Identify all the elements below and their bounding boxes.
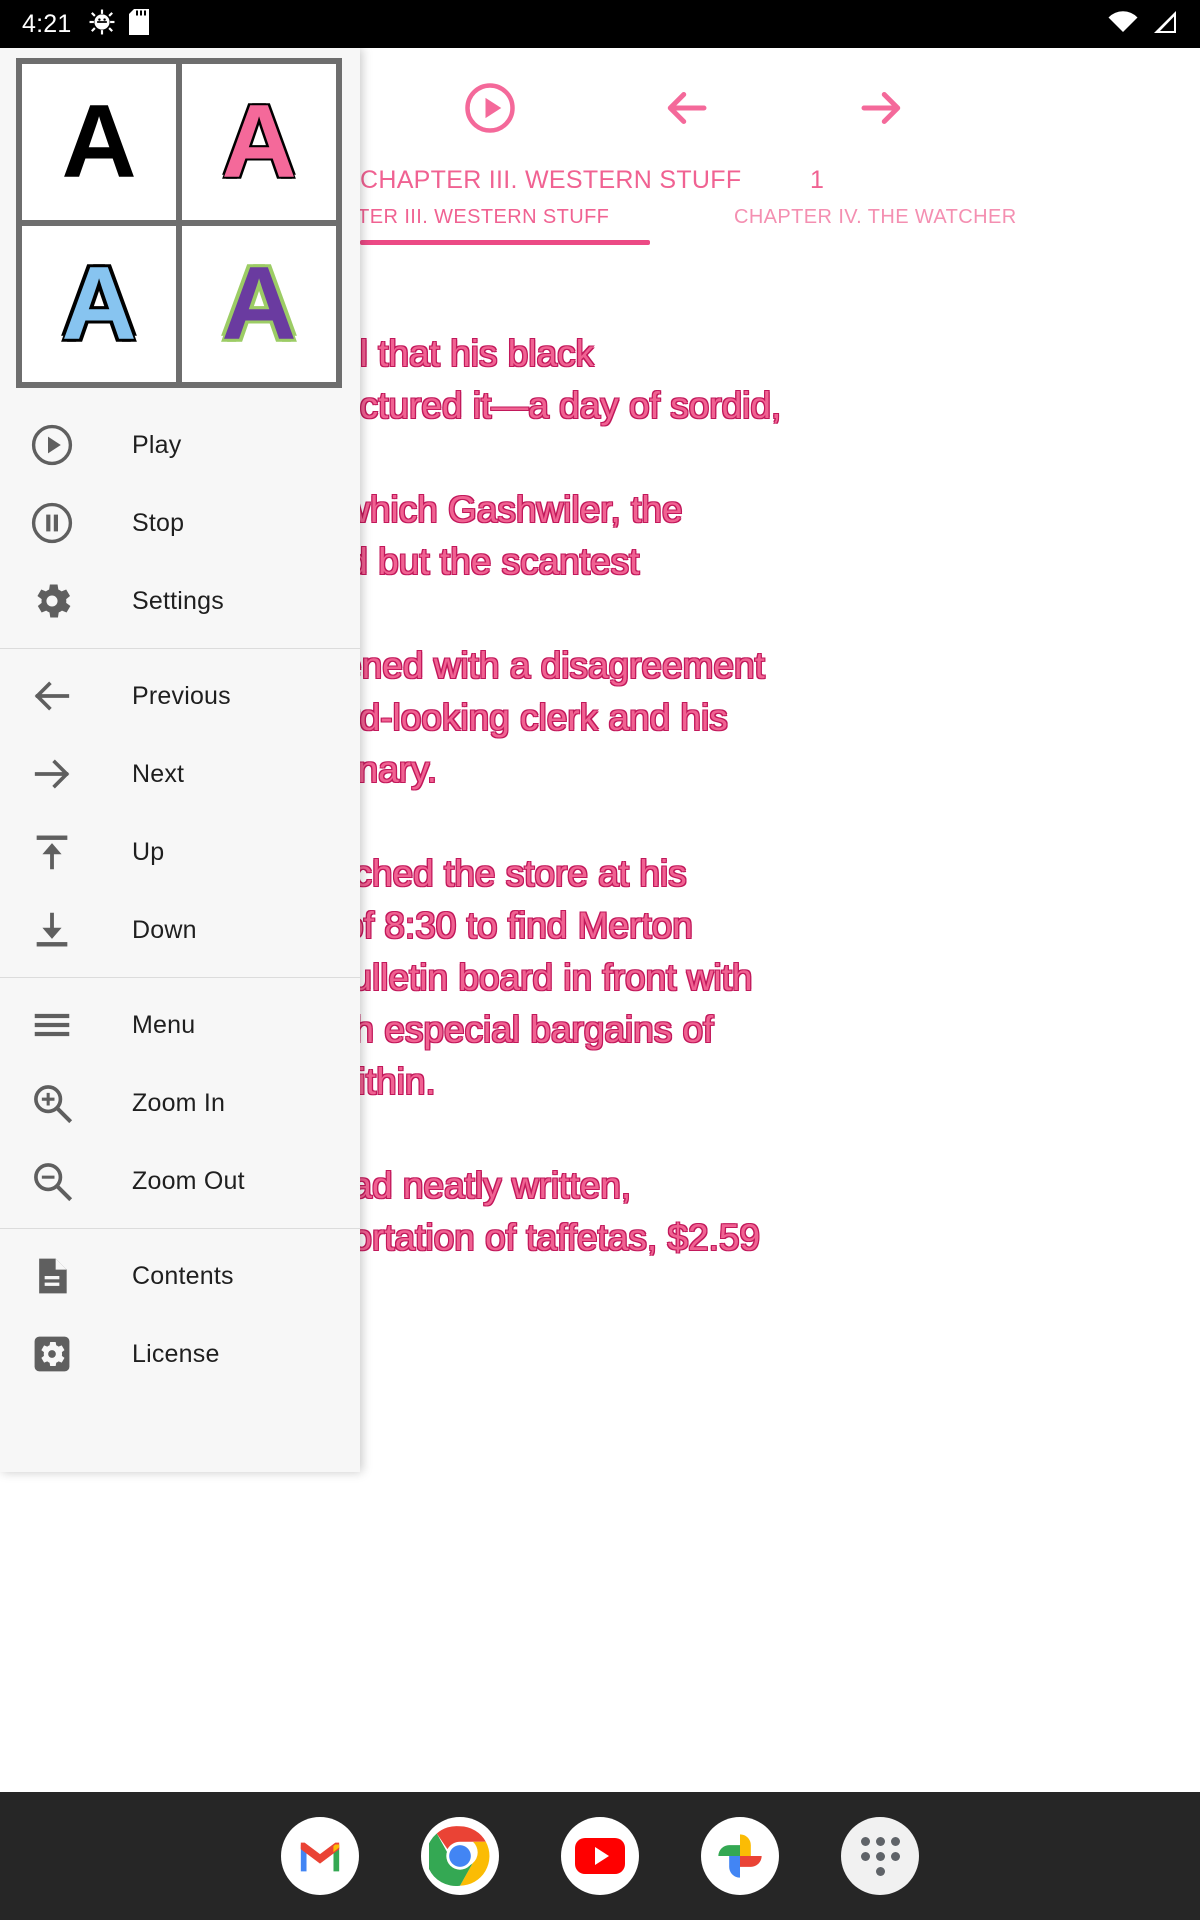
- menu-divider: [0, 1228, 360, 1229]
- play-circle-icon: [26, 419, 78, 471]
- youtube-app-icon[interactable]: [561, 1817, 639, 1895]
- magnifier-plus-icon: [26, 1077, 78, 1129]
- book-paragraph: e had neatly written, mportation of taff…: [300, 1165, 761, 1258]
- menu-divider: [0, 977, 360, 978]
- toolbar-play-button[interactable]: [458, 76, 522, 140]
- chrome-app-icon[interactable]: [421, 1817, 499, 1895]
- theme-swatch-blue-outline[interactable]: A: [22, 226, 176, 382]
- arrow-right-icon: [26, 748, 78, 800]
- current-chapter-title: CHAPTER III. WESTERN STUFF: [360, 166, 742, 194]
- menu-item-settings[interactable]: Settings: [0, 562, 360, 640]
- pause-circle-icon: [26, 497, 78, 549]
- menu-item-label: Menu: [132, 1010, 196, 1039]
- menu-item-label: Zoom Out: [132, 1166, 245, 1195]
- system-dock: [0, 1792, 1200, 1920]
- menu-item-label: License: [132, 1339, 220, 1368]
- menu-item-contents[interactable]: Contents: [0, 1237, 360, 1315]
- wifi-icon: [1108, 10, 1138, 39]
- navigation-drawer: A A A A Play Stop Settings Previous Next…: [0, 48, 360, 1472]
- menu-item-menu[interactable]: Menu: [0, 986, 360, 1064]
- gear-square-icon: [26, 1328, 78, 1380]
- menu-item-label: Up: [132, 837, 165, 866]
- app-drawer-dots: [860, 1836, 900, 1876]
- menu-item-play[interactable]: Play: [0, 406, 360, 484]
- menu-item-down[interactable]: Down: [0, 891, 360, 969]
- theme-letter: A: [61, 84, 137, 200]
- sd-card-icon: [129, 8, 150, 40]
- drawer-menu-list: Play Stop Settings Previous Next Up Down…: [0, 406, 360, 1393]
- arrow-left-icon: [26, 670, 78, 722]
- cellular-signal-icon: [1152, 10, 1178, 39]
- app-drawer-icon[interactable]: [841, 1817, 919, 1895]
- active-tab-indicator: [360, 240, 650, 245]
- book-paragraph: opened with a disagreement ward-looking …: [300, 645, 765, 790]
- menu-item-stop[interactable]: Stop: [0, 484, 360, 562]
- hamburger-menu-icon: [26, 999, 78, 1051]
- status-clock: 4:21: [22, 9, 72, 38]
- phone-screen: 4:21 CHAPTER III. WESTERN STUFF 1 CHAPTE…: [0, 0, 1200, 1920]
- book-paragraph: or which Gashwiler, the wed but the scan…: [300, 489, 683, 582]
- menu-item-label: Zoom In: [132, 1088, 226, 1117]
- menu-item-label: Contents: [132, 1261, 234, 1290]
- tab-chapter-4[interactable]: CHAPTER IV. THE WATCHER: [734, 206, 1017, 229]
- theme-letter: A: [61, 246, 137, 362]
- book-paragraph: reached the store at his ur of 8:30 to f…: [300, 853, 753, 1102]
- android-gear-icon: [89, 9, 115, 40]
- menu-item-label: Previous: [132, 681, 231, 710]
- arrow-up-to-line-icon: [26, 826, 78, 878]
- page-number: 1: [810, 166, 825, 194]
- menu-item-zoom-in[interactable]: Zoom In: [0, 1064, 360, 1142]
- status-bar: 4:21: [0, 0, 1200, 48]
- theme-swatch-grid[interactable]: A A A A: [16, 58, 342, 388]
- menu-item-label: Settings: [132, 586, 224, 615]
- menu-item-previous[interactable]: Previous: [0, 657, 360, 735]
- photos-app-icon[interactable]: [701, 1817, 779, 1895]
- theme-swatch-pink-outline[interactable]: A: [182, 64, 336, 220]
- gear-icon: [26, 575, 78, 627]
- menu-item-up[interactable]: Up: [0, 813, 360, 891]
- menu-item-label: Play: [132, 430, 182, 459]
- document-icon: [26, 1250, 78, 1302]
- gmail-app-icon[interactable]: [281, 1817, 359, 1895]
- menu-item-label: Next: [132, 759, 185, 788]
- theme-letter: A: [221, 246, 297, 362]
- theme-swatch-default-black[interactable]: A: [22, 64, 176, 220]
- menu-item-zoom-out[interactable]: Zoom Out: [0, 1142, 360, 1220]
- theme-swatch-purple-green-outline[interactable]: A: [182, 226, 336, 382]
- menu-item-next[interactable]: Next: [0, 735, 360, 813]
- arrow-down-to-line-icon: [26, 904, 78, 956]
- menu-item-license[interactable]: License: [0, 1315, 360, 1393]
- magnifier-minus-icon: [26, 1155, 78, 1207]
- toolbar-previous-button[interactable]: [654, 76, 718, 140]
- menu-item-label: Stop: [132, 508, 185, 537]
- book-paragraph: d all that his black d pictured it—a day…: [300, 333, 782, 426]
- theme-letter: A: [221, 84, 297, 200]
- menu-item-label: Down: [132, 915, 197, 944]
- toolbar-next-button[interactable]: [850, 76, 914, 140]
- menu-divider: [0, 648, 360, 649]
